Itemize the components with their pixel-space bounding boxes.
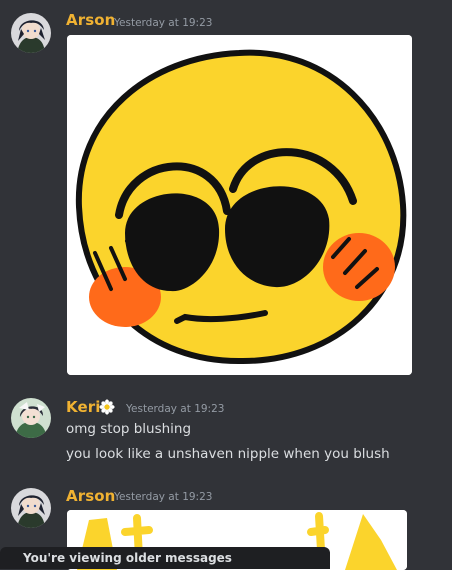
- message-group: Arson Yesterday at 19:23: [0, 0, 452, 380]
- image-attachment[interactable]: [67, 35, 412, 375]
- blushing-emoji-image: [67, 35, 412, 375]
- avatar[interactable]: [11, 13, 51, 53]
- username[interactable]: Arson: [66, 487, 115, 505]
- avatar[interactable]: [11, 488, 51, 528]
- message-text: omg stop blushing: [66, 421, 192, 437]
- username[interactable]: Keri: [66, 398, 100, 416]
- older-messages-banner[interactable]: You're viewing older messages: [0, 547, 330, 569]
- daisy-icon[interactable]: [99, 399, 115, 415]
- timestamp[interactable]: Yesterday at 19:23: [114, 17, 212, 29]
- older-messages-text: You're viewing older messages: [23, 551, 232, 565]
- timestamp[interactable]: Yesterday at 19:23: [126, 403, 224, 415]
- message-group: Keri Yesterday at 19:23 omg stop blushin…: [0, 388, 452, 468]
- username[interactable]: Arson: [66, 11, 115, 29]
- timestamp[interactable]: Yesterday at 19:23: [114, 491, 212, 503]
- avatar[interactable]: [11, 398, 51, 438]
- message-text: you look like a unshaven nipple when you…: [66, 446, 390, 462]
